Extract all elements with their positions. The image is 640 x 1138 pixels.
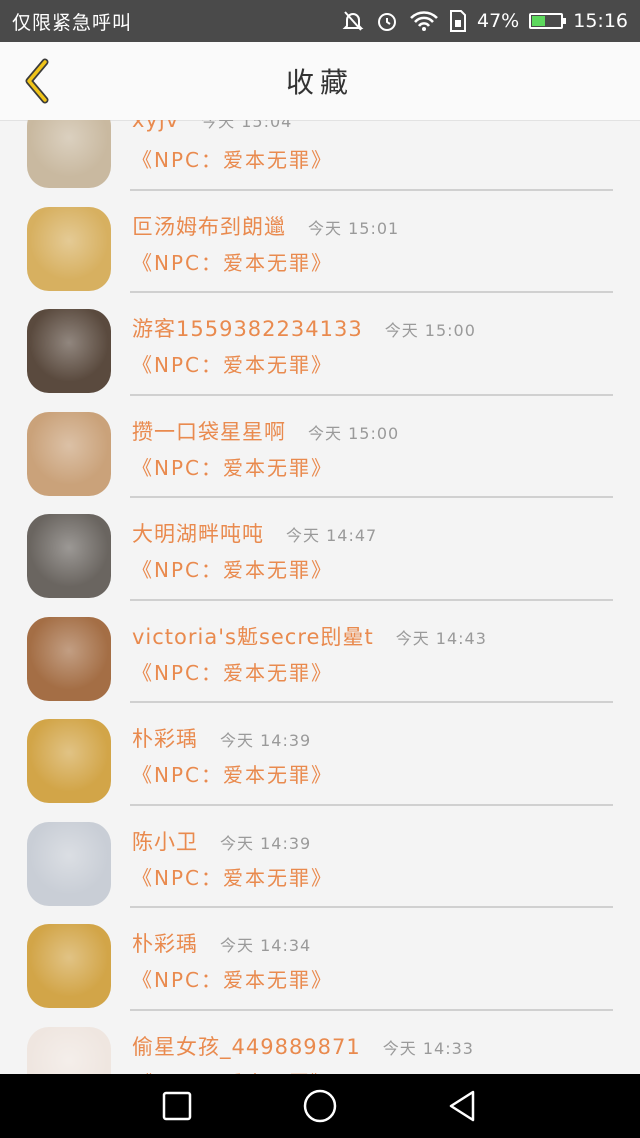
item-content[interactable]: 叵汤姆布刭朗邋 今天 15:01 《NPC：爱本无罪》 xyxy=(130,191,613,293)
item-content[interactable]: victoria's鬿secre刡曐t 今天 14:43 《NPC：爱本无罪》 xyxy=(130,601,613,703)
user-name[interactable]: 攒一口袋星星啊 xyxy=(132,416,286,446)
timestamp: 今天 15:00 xyxy=(384,321,476,340)
item-content[interactable]: 朴彩瑀 今天 14:39 《NPC：爱本无罪》 xyxy=(130,703,613,806)
recent-apps-icon xyxy=(162,1091,192,1121)
list-item[interactable]: 朴彩瑀 今天 14:34 《NPC：爱本无罪》 xyxy=(0,908,640,1011)
item-content[interactable]: xyjv 今天 15:04 《NPC：爱本无罪》 xyxy=(130,120,613,191)
user-name[interactable]: 叵汤姆布刭朗邋 xyxy=(132,211,286,241)
avatar[interactable] xyxy=(27,309,111,393)
item-header: 朴彩瑀 今天 14:34 xyxy=(132,928,311,958)
list-item[interactable]: 攒一口袋星星啊 今天 15:00 《NPC：爱本无罪》 xyxy=(0,396,640,498)
home-icon xyxy=(303,1089,337,1123)
timestamp: 今天 14:33 xyxy=(382,1038,474,1058)
battery-percent: 47% xyxy=(477,10,520,32)
alarm-icon xyxy=(375,9,399,33)
item-header: 朴彩瑀 今天 14:39 xyxy=(132,723,311,753)
book-title-link[interactable]: 《NPC：爱本无罪》 xyxy=(132,247,333,276)
list-item[interactable]: xyjv 今天 15:04 《NPC：爱本无罪》 xyxy=(0,120,640,191)
list-item[interactable]: 叵汤姆布刭朗邋 今天 15:01 《NPC：爱本无罪》 xyxy=(0,191,640,293)
item-header: 叵汤姆布刭朗邋 今天 15:01 xyxy=(132,211,399,241)
header: 收藏 xyxy=(0,42,640,121)
timestamp: 今天 14:47 xyxy=(286,526,378,545)
user-name[interactable]: 朴彩瑀 xyxy=(132,723,198,753)
item-content[interactable]: 朴彩瑀 今天 14:34 《NPC：爱本无罪》 xyxy=(130,908,613,1011)
nav-back-button[interactable] xyxy=(442,1088,482,1124)
timestamp: 今天 14:43 xyxy=(395,628,487,648)
wifi-icon xyxy=(409,10,439,32)
back-button[interactable] xyxy=(14,56,60,106)
item-content[interactable]: 大明湖畔吨吨 今天 14:47 《NPC：爱本无罪》 xyxy=(130,498,613,601)
item-header: xyjv 今天 15:04 xyxy=(132,120,292,132)
avatar[interactable] xyxy=(27,719,111,803)
book-title-link[interactable]: 《NPC：爱本无罪》 xyxy=(132,759,333,788)
avatar[interactable] xyxy=(27,514,111,598)
recent-apps-button[interactable] xyxy=(157,1088,197,1124)
sim-icon xyxy=(449,9,467,33)
list-item[interactable]: 大明湖畔吨吨 今天 14:47 《NPC：爱本无罪》 xyxy=(0,498,640,601)
book-title-link[interactable]: 《NPC：爱本无罪》 xyxy=(132,554,333,583)
chevron-left-icon xyxy=(25,58,49,104)
user-name[interactable]: victoria's鬿secre刡曐t xyxy=(132,621,374,651)
item-content[interactable]: 攒一口袋星星啊 今天 15:00 《NPC：爱本无罪》 xyxy=(130,396,613,498)
page-title: 收藏 xyxy=(285,66,354,99)
carrier-text: 仅限紧急呼叫 xyxy=(12,11,133,34)
timestamp: 今天 15:00 xyxy=(308,423,400,443)
status-bar: 仅限紧急呼叫 47% 15:16 xyxy=(0,0,640,42)
item-header: 攒一口袋星星啊 今天 15:00 xyxy=(132,416,399,446)
list-item[interactable]: 朴彩瑀 今天 14:39 《NPC：爱本无罪》 xyxy=(0,703,640,806)
status-icons: 47% 15:16 xyxy=(341,9,628,33)
user-name[interactable]: 大明湖畔吨吨 xyxy=(132,518,264,548)
user-name[interactable]: 偷星女孩_449889871 xyxy=(132,1031,361,1061)
avatar[interactable] xyxy=(27,206,111,291)
avatar[interactable] xyxy=(27,1026,111,1074)
avatar[interactable] xyxy=(27,616,111,701)
item-content[interactable]: 游客1559382234133 今天 15:00 《NPC：爱本无罪》 xyxy=(130,293,613,396)
timestamp: 今天 14:34 xyxy=(220,936,312,955)
mute-icon xyxy=(341,9,365,33)
favorites-list[interactable]: xyjv 今天 15:04 《NPC：爱本无罪》 叵汤姆布刭朗邋 今天 15:01 《NP… xyxy=(0,120,640,1074)
book-title-link[interactable]: 《NPC：爱本无罪》 xyxy=(132,862,333,891)
list-item[interactable]: 偷星女孩_449889871 今天 14:33 《NPC：爱本无罪》 xyxy=(0,1011,640,1075)
avatar[interactable] xyxy=(27,821,111,906)
book-title-link[interactable]: 《NPC：爱本无罪》 xyxy=(132,1067,333,1075)
list-item[interactable]: 陈小卫 今天 14:39 《NPC：爱本无罪》 xyxy=(0,806,640,908)
avatar[interactable] xyxy=(27,120,111,188)
item-header: 游客1559382234133 今天 15:00 xyxy=(132,313,476,343)
book-title-link[interactable]: 《NPC：爱本无罪》 xyxy=(132,144,333,173)
home-button[interactable] xyxy=(300,1088,340,1124)
book-title-link[interactable]: 《NPC：爱本无罪》 xyxy=(132,452,333,481)
back-icon xyxy=(449,1090,475,1122)
list-item[interactable]: 游客1559382234133 今天 15:00 《NPC：爱本无罪》 xyxy=(0,293,640,396)
item-header: victoria's鬿secre刡曐t 今天 14:43 xyxy=(132,621,487,651)
timestamp: 今天 15:01 xyxy=(308,218,400,238)
battery-icon xyxy=(529,13,567,29)
timestamp: 今天 14:39 xyxy=(220,731,312,750)
item-header: 大明湖畔吨吨 今天 14:47 xyxy=(132,518,377,548)
item-content[interactable]: 陈小卫 今天 14:39 《NPC：爱本无罪》 xyxy=(130,806,613,908)
user-name[interactable]: 朴彩瑀 xyxy=(132,928,198,958)
user-name[interactable]: xyjv xyxy=(132,120,179,132)
list-item[interactable]: victoria's鬿secre刡曐t 今天 14:43 《NPC：爱本无罪》 xyxy=(0,601,640,703)
navigation-bar xyxy=(0,1074,640,1138)
item-header: 陈小卫 今天 14:39 xyxy=(132,826,311,856)
timestamp: 今天 14:39 xyxy=(220,833,312,853)
timestamp: 今天 15:04 xyxy=(201,120,293,131)
clock: 15:16 xyxy=(573,10,628,32)
book-title-link[interactable]: 《NPC：爱本无罪》 xyxy=(132,349,333,378)
user-name[interactable]: 游客1559382234133 xyxy=(132,313,363,343)
book-title-link[interactable]: 《NPC：爱本无罪》 xyxy=(132,657,333,686)
user-name[interactable]: 陈小卫 xyxy=(132,826,198,856)
item-header: 偷星女孩_449889871 今天 14:33 xyxy=(132,1031,474,1061)
avatar[interactable] xyxy=(27,924,111,1008)
avatar[interactable] xyxy=(27,411,111,496)
item-content[interactable]: 偷星女孩_449889871 今天 14:33 《NPC：爱本无罪》 xyxy=(130,1011,613,1075)
book-title-link[interactable]: 《NPC：爱本无罪》 xyxy=(132,964,333,993)
